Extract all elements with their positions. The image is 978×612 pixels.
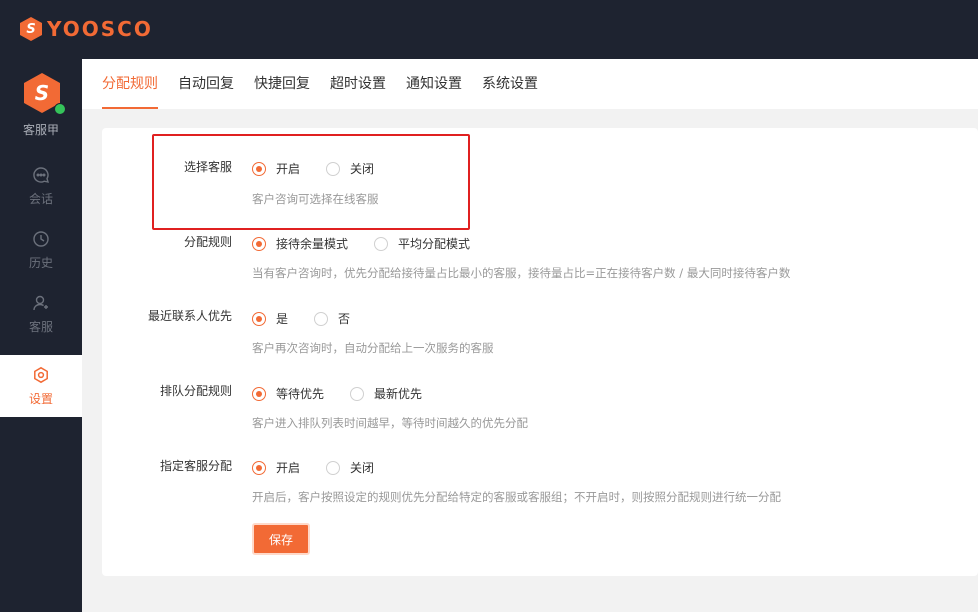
radio-recent-contact-yes[interactable]: 是 [252, 310, 288, 327]
agent-name: 客服甲 [22, 123, 59, 137]
brand-logo[interactable]: S YOOSCO [20, 17, 153, 41]
radio-recent-contact-no[interactable]: 否 [314, 310, 350, 327]
radio-label: 否 [338, 312, 351, 326]
clock-icon [33, 230, 49, 247]
radio-label: 平均分配模式 [398, 237, 471, 251]
setting-hint-designated-agent: 开启后，客户按照设定的规则优先分配给特定的客服或客服组；不开启时，则按照分配规则… [252, 490, 781, 504]
user-icon [33, 295, 48, 310]
nav-label-agents: 客服 [28, 319, 53, 334]
nav-label-settings: 设置 [28, 391, 53, 406]
setting-hint-queue-rule: 客户进入排队列表时间越早，等待时间越久的优先分配 [252, 416, 528, 430]
radio-dot [314, 311, 328, 326]
nav-label-history: 历史 [28, 255, 53, 270]
radio-label: 最新优先 [374, 387, 423, 401]
settings-icon [34, 366, 48, 383]
agent-avatar[interactable]: S [24, 73, 66, 115]
nav-item-history[interactable]: 历史 [0, 219, 82, 281]
radio-dot [326, 460, 340, 475]
settings-tabs: 分配规则 自动回复 快捷回复 超时设置 通知设置 系统设置 [82, 59, 978, 109]
tab-system-settings[interactable]: 系统设置 [482, 59, 538, 109]
radio-dot [374, 236, 388, 251]
setting-label-recent-contact: 最近联系人优先 [147, 309, 232, 323]
setting-label-designated-agent: 指定客服分配 [159, 459, 232, 473]
radio-label: 等待优先 [276, 387, 325, 401]
radio-label: 接待余量模式 [276, 237, 349, 251]
tab-auto-reply[interactable]: 自动回复 [178, 59, 234, 109]
radio-dot [252, 311, 266, 326]
radio-assignment-even[interactable]: 平均分配模式 [374, 235, 470, 252]
setting-label-assignment-rule: 分配规则 [183, 235, 232, 249]
sidebar: S 客服甲 会话 历史 客服 设置 [0, 59, 82, 612]
radio-designated-agent-on[interactable]: 开启 [252, 459, 300, 476]
nav-item-chat[interactable]: 会话 [0, 155, 82, 217]
tab-timeout-settings[interactable]: 超时设置 [330, 59, 386, 109]
tab-quick-reply[interactable]: 快捷回复 [254, 59, 310, 109]
setting-hint-recent-contact: 客户再次咨询时，自动分配给上一次服务的客服 [252, 341, 494, 355]
nav-label-chat: 会话 [28, 191, 53, 206]
top-bar: S YOOSCO [0, 0, 978, 59]
tab-assignment-rules[interactable]: 分配规则 [102, 59, 158, 109]
brand-name: YOOSCO [47, 17, 153, 41]
radio-dot [350, 386, 364, 401]
radio-label: 是 [276, 312, 289, 326]
radio-label: 开启 [276, 461, 301, 475]
radio-dot [252, 460, 266, 475]
radio-label: 关闭 [350, 461, 375, 475]
radio-assignment-remaining-capacity[interactable]: 接待余量模式 [252, 235, 348, 252]
highlight-annotation-box [152, 134, 470, 230]
tab-notification-settings[interactable]: 通知设置 [406, 59, 462, 109]
radio-queue-wait-first[interactable]: 等待优先 [252, 385, 324, 402]
radio-queue-newest-first[interactable]: 最新优先 [350, 385, 422, 402]
online-status-dot [54, 103, 66, 115]
save-button[interactable]: 保存 [252, 523, 310, 555]
nav-item-settings[interactable]: 设置 [0, 355, 82, 417]
radio-dot [252, 386, 266, 401]
chat-icon [33, 166, 50, 183]
nav-item-agents[interactable]: 客服 [0, 283, 82, 345]
logo-icon: S [20, 17, 42, 41]
setting-hint-assignment-rule: 当有客户咨询时，优先分配给接待量占比最小的客服，接待量占比=正在接待客户数 / … [252, 266, 791, 280]
radio-dot [252, 236, 266, 251]
radio-designated-agent-off[interactable]: 关闭 [326, 459, 374, 476]
setting-label-queue-rule: 排队分配规则 [159, 384, 232, 398]
